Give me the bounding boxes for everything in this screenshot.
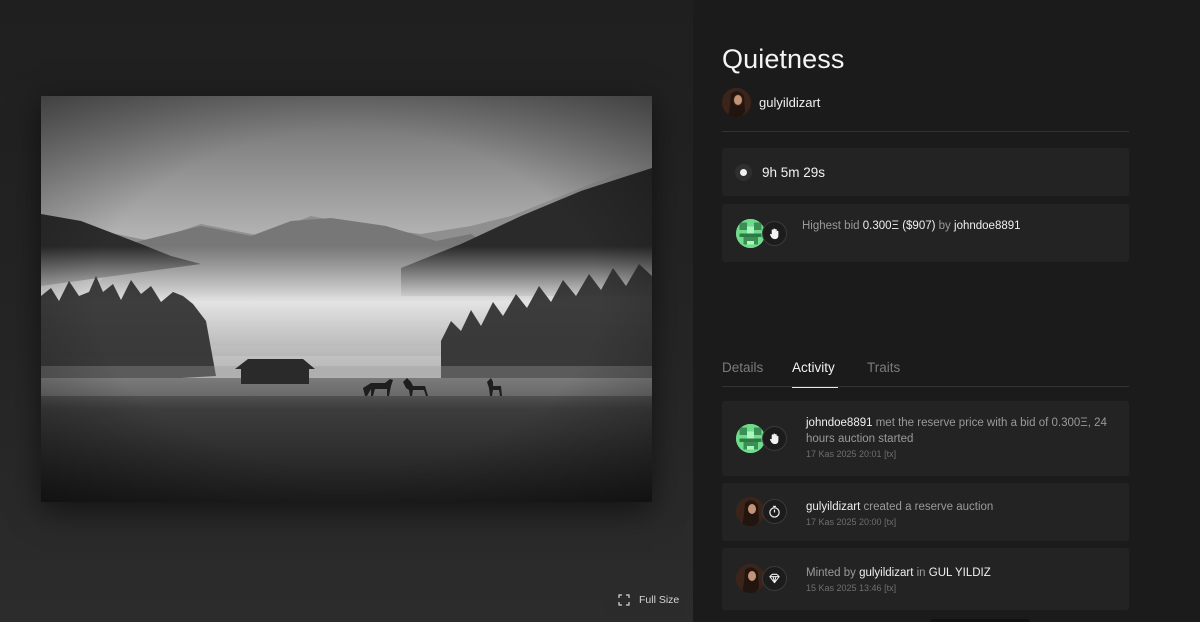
tab-activity[interactable]: Activity — [792, 359, 867, 388]
highest-bid-text: Highest bid 0.300Ξ ($907) by johndoe8891 — [802, 220, 1021, 232]
tx-link[interactable]: [tx] — [884, 583, 896, 593]
activity-description: created a reserve auction — [863, 501, 994, 513]
creator-avatar — [722, 88, 751, 117]
bid-amount: 0.300Ξ ($907) — [862, 220, 936, 232]
tab-traits[interactable]: Traits — [867, 359, 927, 387]
full-size-label: Full Size — [639, 594, 680, 606]
activity-prefix: Minted by — [806, 567, 856, 579]
activity-list: johndoe8891 met the reserve price with a… — [722, 401, 1129, 617]
artwork-image[interactable] — [41, 96, 652, 502]
collection-name[interactable]: GUL YILDIZ — [929, 567, 991, 579]
activity-actor[interactable]: gulyildizart — [859, 567, 913, 579]
activity-time: 17 Kas 2025 20:01 — [806, 449, 882, 459]
creator-link[interactable]: gulyildizart — [722, 88, 820, 117]
bid-prefix: Highest bid — [802, 220, 860, 232]
tab-bar: Details Activity Traits — [722, 359, 1129, 388]
artwork-foggy-landscape — [41, 96, 652, 502]
full-size-button[interactable]: Full Size — [605, 585, 686, 615]
info-pane: Quietness gulyildizart 9h 5m 29s Highest… — [693, 0, 1200, 622]
hand-icon — [770, 228, 779, 240]
diamond-icon — [769, 573, 780, 584]
tx-link[interactable]: [tx] — [884, 517, 896, 527]
bidder-avatar[interactable] — [736, 424, 765, 453]
bid-badge — [762, 426, 787, 451]
activity-avatars — [736, 424, 787, 453]
activity-text: gulyildizart created a reserve auction 1… — [806, 499, 1116, 528]
creator-name: gulyildizart — [759, 95, 821, 110]
bidder-avatar[interactable] — [736, 219, 765, 248]
mint-badge — [762, 566, 787, 591]
bid-by: by — [938, 220, 951, 232]
list-item: Minted by gulyildizart in GUL YILDIZ 15 … — [722, 548, 1129, 610]
activity-text: johndoe8891 met the reserve price with a… — [806, 415, 1116, 460]
activity-meta: 15 Kas 2025 13:46 [tx] — [806, 582, 1116, 594]
bidder-avatars — [736, 219, 787, 248]
activity-text: Minted by gulyildizart in GUL YILDIZ 15 … — [806, 565, 1116, 594]
expand-icon — [618, 594, 630, 606]
activity-avatars — [736, 564, 787, 593]
tx-link[interactable]: [tx] — [884, 449, 896, 459]
bid-badge — [762, 221, 787, 246]
list-item: gulyildizart created a reserve auction 1… — [722, 483, 1129, 541]
auction-badge — [762, 499, 787, 524]
creator-avatar[interactable] — [736, 497, 765, 526]
activity-meta: 17 Kas 2025 20:01 [tx] — [806, 448, 1116, 460]
activity-avatars — [736, 497, 787, 526]
auction-countdown: 9h 5m 29s — [722, 148, 1129, 196]
activity-meta: 17 Kas 2025 20:00 [tx] — [806, 516, 1116, 528]
bidder-name[interactable]: johndoe8891 — [954, 220, 1021, 232]
activity-middle: in — [916, 567, 926, 579]
artwork-pane: Full Size — [0, 0, 693, 622]
countdown-text: 9h 5m 29s — [762, 164, 826, 180]
hand-icon — [770, 433, 779, 445]
highest-bid-card: Highest bid 0.300Ξ ($907) by johndoe8891 — [722, 204, 1129, 262]
activity-actor[interactable]: gulyildizart — [806, 501, 860, 513]
tab-details[interactable]: Details — [722, 359, 792, 387]
stopwatch-icon — [769, 505, 780, 518]
list-item: johndoe8891 met the reserve price with a… — [722, 401, 1129, 476]
activity-actor[interactable]: johndoe8891 — [806, 417, 873, 429]
activity-time: 15 Kas 2025 13:46 — [806, 583, 882, 593]
activity-time: 17 Kas 2025 20:00 — [806, 517, 882, 527]
creator-avatar[interactable] — [736, 564, 765, 593]
artwork-title: Quietness — [722, 44, 845, 74]
live-dot-icon — [735, 163, 752, 181]
divider — [722, 131, 1129, 132]
